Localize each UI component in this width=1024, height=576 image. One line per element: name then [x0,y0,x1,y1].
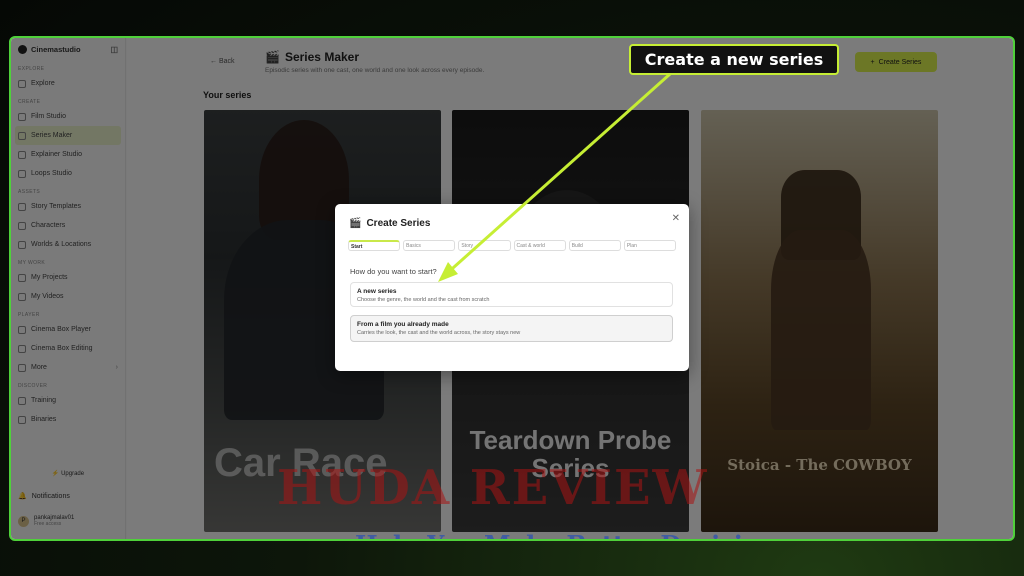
option-description: Choose the genre, the world and the cast… [357,297,490,303]
option-title: From a film you already made [357,321,449,328]
step-basics[interactable]: Basics [403,240,456,251]
option-title: A new series [357,288,397,295]
option-from-film[interactable]: From a film you already made Carries the… [350,315,673,342]
step-start[interactable]: Start [348,240,401,251]
clapperboard-icon: 🎬 [349,218,362,229]
step-cast-world[interactable]: Cast & world [513,240,566,251]
create-series-dialog: 🎬 Create Series ✕ Start Basics Story Cas… [335,204,689,371]
app-window: Cinemastudio ◫ EXPLORE Explore CREATE Fi… [9,36,1015,541]
watermark-title: HUDA REVIEW [277,460,709,516]
option-new-series[interactable]: A new series Choose the genre, the world… [350,282,673,307]
close-icon[interactable]: ✕ [672,213,680,224]
dialog-title-text: Create Series [366,218,431,229]
step-story[interactable]: Story [458,240,511,251]
step-plan[interactable]: Plan [623,240,677,251]
watermark-tagline: Help You Make Better Decisions [355,530,790,539]
annotation-callout: Create a new series [629,44,839,75]
option-description: Carries the look, the cast and the world… [357,330,521,336]
dialog-question: How do you want to start? [350,267,437,276]
step-indicator: Start Basics Story Cast & world Build Pl… [348,240,677,251]
dialog-title: 🎬 Create Series [349,218,430,229]
step-build[interactable]: Build [568,240,621,251]
